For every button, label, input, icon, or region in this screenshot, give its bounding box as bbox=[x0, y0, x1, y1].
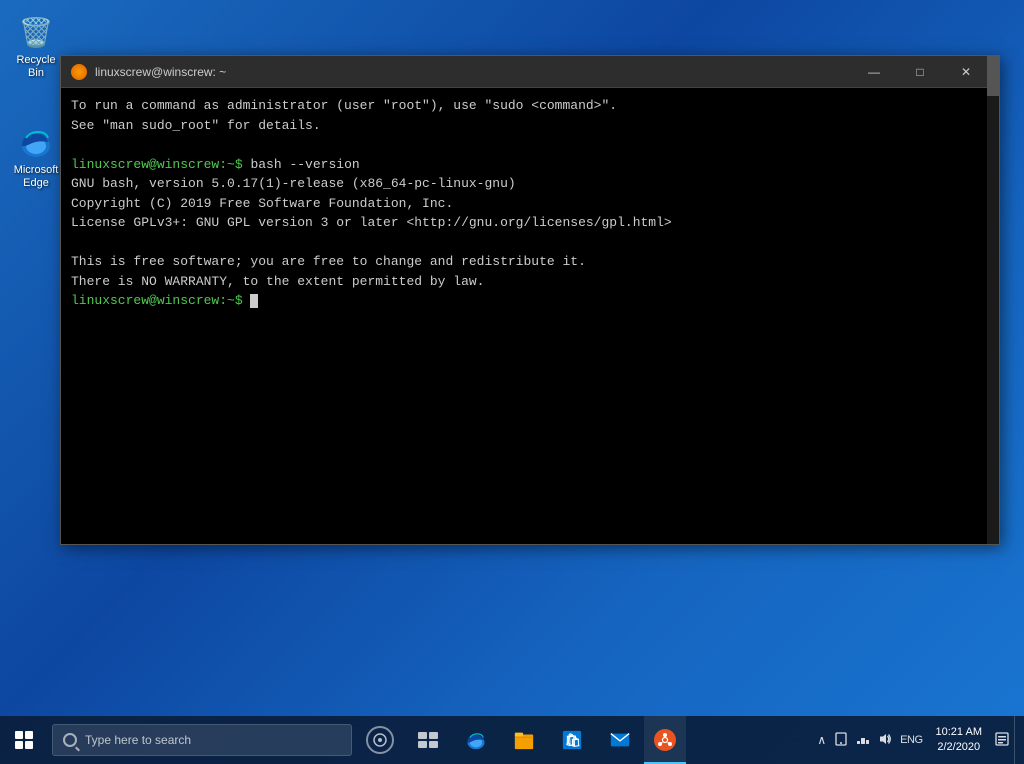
recycle-bin-icon[interactable]: 🗑️ Recycle Bin bbox=[4, 8, 68, 84]
start-button[interactable] bbox=[0, 716, 48, 764]
terminal-line-1: To run a command as administrator (user … bbox=[71, 96, 981, 116]
terminal-window: linuxscrew@winscrew: ~ — □ ✕ To run a co… bbox=[60, 55, 1000, 545]
clock-date: 2/2/2020 bbox=[937, 740, 980, 755]
windows-logo-icon bbox=[15, 731, 33, 749]
search-icon bbox=[63, 733, 77, 747]
taskview-button[interactable] bbox=[404, 716, 452, 764]
clock-time: 10:21 AM bbox=[936, 725, 982, 740]
recycle-bin-label: Recycle Bin bbox=[8, 54, 64, 80]
terminal-close-button[interactable]: ✕ bbox=[943, 56, 989, 88]
cortana-button[interactable] bbox=[356, 716, 404, 764]
terminal-controls: — □ ✕ bbox=[851, 56, 989, 88]
terminal-line-5: License GPLv3+: GNU GPL version 3 or lat… bbox=[71, 213, 981, 233]
ubuntu-taskbar-button[interactable] bbox=[644, 716, 686, 764]
terminal-scrollbar[interactable] bbox=[987, 56, 999, 544]
terminal-prompt-line: linuxscrew@winscrew:~$ bbox=[71, 291, 981, 311]
show-desktop-button[interactable] bbox=[1014, 716, 1020, 764]
terminal-blank-1 bbox=[71, 135, 981, 155]
mail-icon bbox=[609, 729, 631, 751]
terminal-body[interactable]: To run a command as administrator (user … bbox=[61, 88, 999, 544]
terminal-line-4: Copyright (C) 2019 Free Software Foundat… bbox=[71, 194, 981, 214]
terminal-line-cmd: linuxscrew@winscrew:~$ bash --version bbox=[71, 155, 981, 175]
edge-label: MicrosoftEdge bbox=[14, 164, 59, 190]
store-button[interactable]: 🛍 bbox=[548, 716, 596, 764]
volume-icon[interactable] bbox=[875, 730, 895, 751]
terminal-line-6: This is free software; you are free to c… bbox=[71, 252, 981, 272]
search-placeholder: Type here to search bbox=[85, 733, 191, 747]
taskbar-system-tray: ∧ bbox=[810, 716, 1024, 764]
terminal-blank-2 bbox=[71, 233, 981, 253]
svg-text:🛍: 🛍 bbox=[565, 733, 581, 748]
mail-button[interactable] bbox=[596, 716, 644, 764]
desktop: 🗑️ Recycle Bin MicrosoftEdge linuxscrew@… bbox=[0, 0, 1024, 764]
terminal-cursor bbox=[250, 294, 258, 308]
tablet-mode-icon[interactable] bbox=[831, 730, 851, 751]
terminal-line-2: See "man sudo_root" for details. bbox=[71, 116, 981, 136]
file-explorer-button[interactable] bbox=[500, 716, 548, 764]
taskbar-search-bar[interactable]: Type here to search bbox=[52, 724, 352, 756]
file-explorer-icon bbox=[513, 729, 535, 751]
language-indicator[interactable]: ENG bbox=[897, 732, 925, 748]
edge-taskbar-button[interactable] bbox=[452, 716, 500, 764]
edge-desktop-icon[interactable]: MicrosoftEdge bbox=[4, 118, 68, 194]
terminal-title: linuxscrew@winscrew: ~ bbox=[95, 65, 851, 79]
terminal-line-7: There is NO WARRANTY, to the extent perm… bbox=[71, 272, 981, 292]
terminal-app-icon bbox=[71, 64, 87, 80]
taskbar-apps: 🛍 bbox=[356, 716, 810, 764]
terminal-scrollbar-thumb[interactable] bbox=[987, 56, 999, 96]
terminal-line-3: GNU bash, version 5.0.17(1)-release (x86… bbox=[71, 174, 981, 194]
ubuntu-icon bbox=[654, 729, 676, 751]
taskview-icon bbox=[418, 732, 438, 748]
terminal-maximize-button[interactable]: □ bbox=[897, 56, 943, 88]
action-center-icon[interactable] bbox=[992, 730, 1012, 751]
show-hidden-icons-button[interactable]: ∧ bbox=[814, 731, 829, 749]
taskbar: Type here to search bbox=[0, 716, 1024, 764]
network-icon[interactable] bbox=[853, 730, 873, 751]
store-icon: 🛍 bbox=[561, 729, 583, 751]
clock[interactable]: 10:21 AM 2/2/2020 bbox=[928, 716, 990, 764]
terminal-titlebar: linuxscrew@winscrew: ~ — □ ✕ bbox=[61, 56, 999, 88]
edge-taskbar-icon bbox=[465, 729, 487, 751]
cortana-icon bbox=[366, 726, 394, 754]
terminal-minimize-button[interactable]: — bbox=[851, 56, 897, 88]
